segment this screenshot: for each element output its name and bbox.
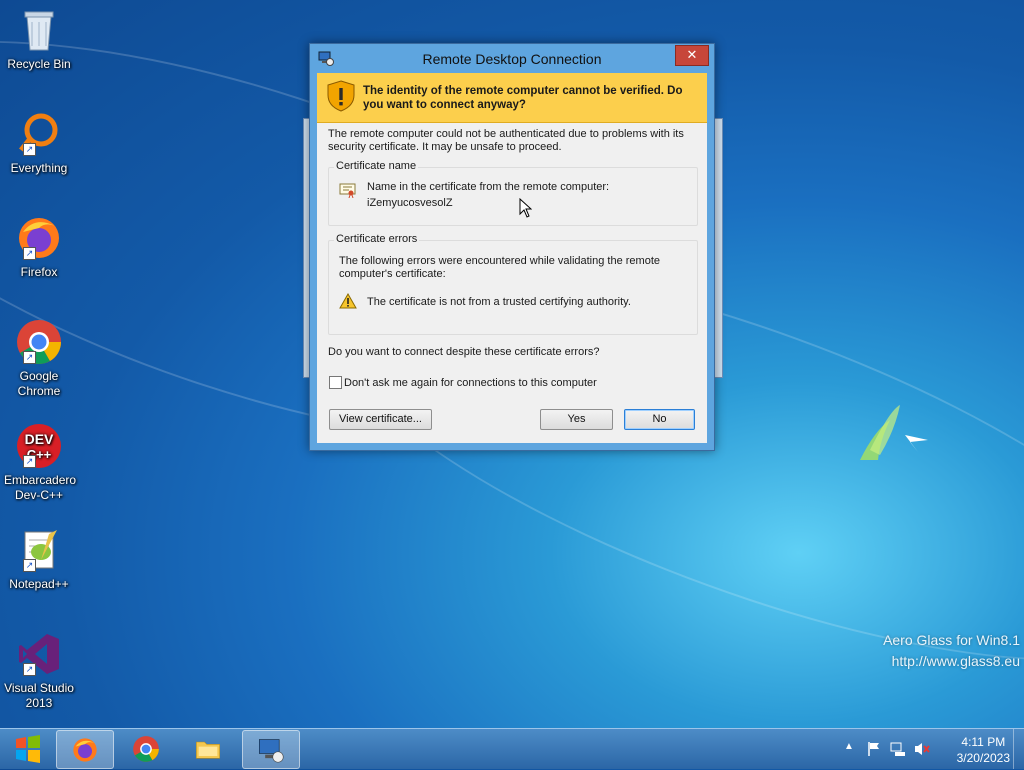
dont-ask-again-label[interactable]: Don't ask me again for connections to th… [344,377,597,390]
dialog-body: The identity of the remote computer cann… [317,73,707,443]
certificate-name-label: Name in the certificate from the remote … [367,181,610,193]
dialog-title: Remote Desktop Connection [422,51,602,67]
view-certificate-button[interactable]: View certificate... [329,409,432,430]
shortcut-arrow-icon: ↗ [23,455,36,468]
clock[interactable]: 4:11 PM 3/20/2023 [957,734,1010,766]
desktop-icon-google-chrome[interactable]: ↗ Google Chrome [4,318,74,399]
desktop-icon-label: Recycle Bin [7,57,71,71]
taskbar-firefox[interactable] [56,730,114,769]
shortcut-arrow-icon: ↗ [23,247,36,260]
desktop-icon-firefox[interactable]: ↗ Firefox [4,214,74,280]
volume-muted-icon[interactable] [914,741,930,757]
mouse-cursor-icon [519,198,532,218]
clock-date: 3/20/2023 [956,751,1010,765]
chrome-icon [133,736,159,762]
taskbar-remote-desktop[interactable] [242,730,300,769]
certificate-error-item: The certificate is not from a trusted ce… [367,296,631,308]
desktop-icon-recycle-bin[interactable]: Recycle Bin [4,6,74,72]
certificate-name-group-title: Certificate name [334,160,419,172]
shortcut-arrow-icon: ↗ [23,559,36,572]
warning-shield-icon [327,80,355,112]
notepad-plus-plus-icon: ↗ [15,526,63,574]
certificate-errors-group-title: Certificate errors [334,233,420,245]
network-icon[interactable] [890,741,906,757]
everything-icon: ↗ [15,110,63,158]
visual-studio-icon: ↗ [15,630,63,678]
remote-desktop-icon [259,739,284,763]
watermark-line1: Aero Glass for Win8.1 [883,632,1020,648]
desktop-icon-label: Firefox [20,265,58,279]
certificate-icon [339,183,356,198]
warning-triangle-icon [339,293,357,309]
show-hidden-icons-chevron-icon[interactable]: ▲ [844,741,854,752]
firefox-icon: ↗ [15,214,63,262]
yes-button[interactable]: Yes [540,409,613,430]
rdp-certificate-dialog: Remote Desktop Connection ✕ The identity… [309,43,715,451]
firefox-icon [73,738,97,762]
shortcut-arrow-icon: ↗ [23,351,36,364]
desktop-icon-label: Notepad++ [9,577,69,591]
watermark-line2: http://www.glass8.eu [891,653,1020,669]
certificate-errors-intro: The following errors were encountered wh… [339,255,661,280]
dev-cpp-icon: DEV C++ ↗ [15,422,63,470]
desktop-icon-label: Google Chrome [17,369,61,398]
chrome-icon: ↗ [15,318,63,366]
shortcut-arrow-icon: ↗ [23,143,36,156]
warning-banner: The identity of the remote computer cann… [317,73,707,123]
no-button[interactable]: No [624,409,695,430]
desktop-icon-dev-cpp[interactable]: DEV C++ ↗ Embarcadero Dev-C++ [4,422,77,503]
svg-text:DEV: DEV [25,431,54,447]
connect-question: Do you want to connect despite these cer… [328,346,600,358]
taskbar-chrome[interactable] [118,730,174,767]
watermark: Aero Glass for Win8.1 http://www.glass8.… [883,632,1020,669]
desktop-icon-label: Embarcadero Dev-C++ [4,473,77,502]
folder-icon [196,741,220,759]
windows-logo-icon [16,735,40,763]
show-desktop-button[interactable] [1013,729,1024,769]
recycle-bin-icon [15,6,63,54]
wallpaper-bird-decoration [860,405,928,460]
desktop-icon-everything[interactable]: ↗ Everything [4,110,74,176]
desktop-icon-visual-studio[interactable]: ↗ Visual Studio 2013 [4,630,74,711]
clock-time: 4:11 PM [961,735,1006,749]
close-button[interactable]: ✕ [675,45,709,66]
desktop-icon-notepad-plus-plus[interactable]: ↗ Notepad++ [4,526,74,592]
certificate-name-value: iZemyucosvesolZ [367,197,453,209]
start-button[interactable] [6,733,50,765]
desktop-icon-label: Everything [10,161,68,175]
intro-text: The remote computer could not be authent… [328,128,684,153]
dialog-titlebar[interactable]: Remote Desktop Connection ✕ [310,44,714,73]
system-tray: ▲ [844,729,944,769]
desktop-icon-label: Visual Studio 2013 [4,681,74,710]
shortcut-arrow-icon: ↗ [23,663,36,676]
banner-message: The identity of the remote computer cann… [363,85,683,111]
dont-ask-again-checkbox[interactable] [329,376,342,389]
action-center-flag-icon[interactable] [866,741,882,757]
taskbar-file-explorer[interactable] [180,730,236,767]
taskbar: ▲ 4:11 PM 3/20/2023 [0,728,1024,769]
